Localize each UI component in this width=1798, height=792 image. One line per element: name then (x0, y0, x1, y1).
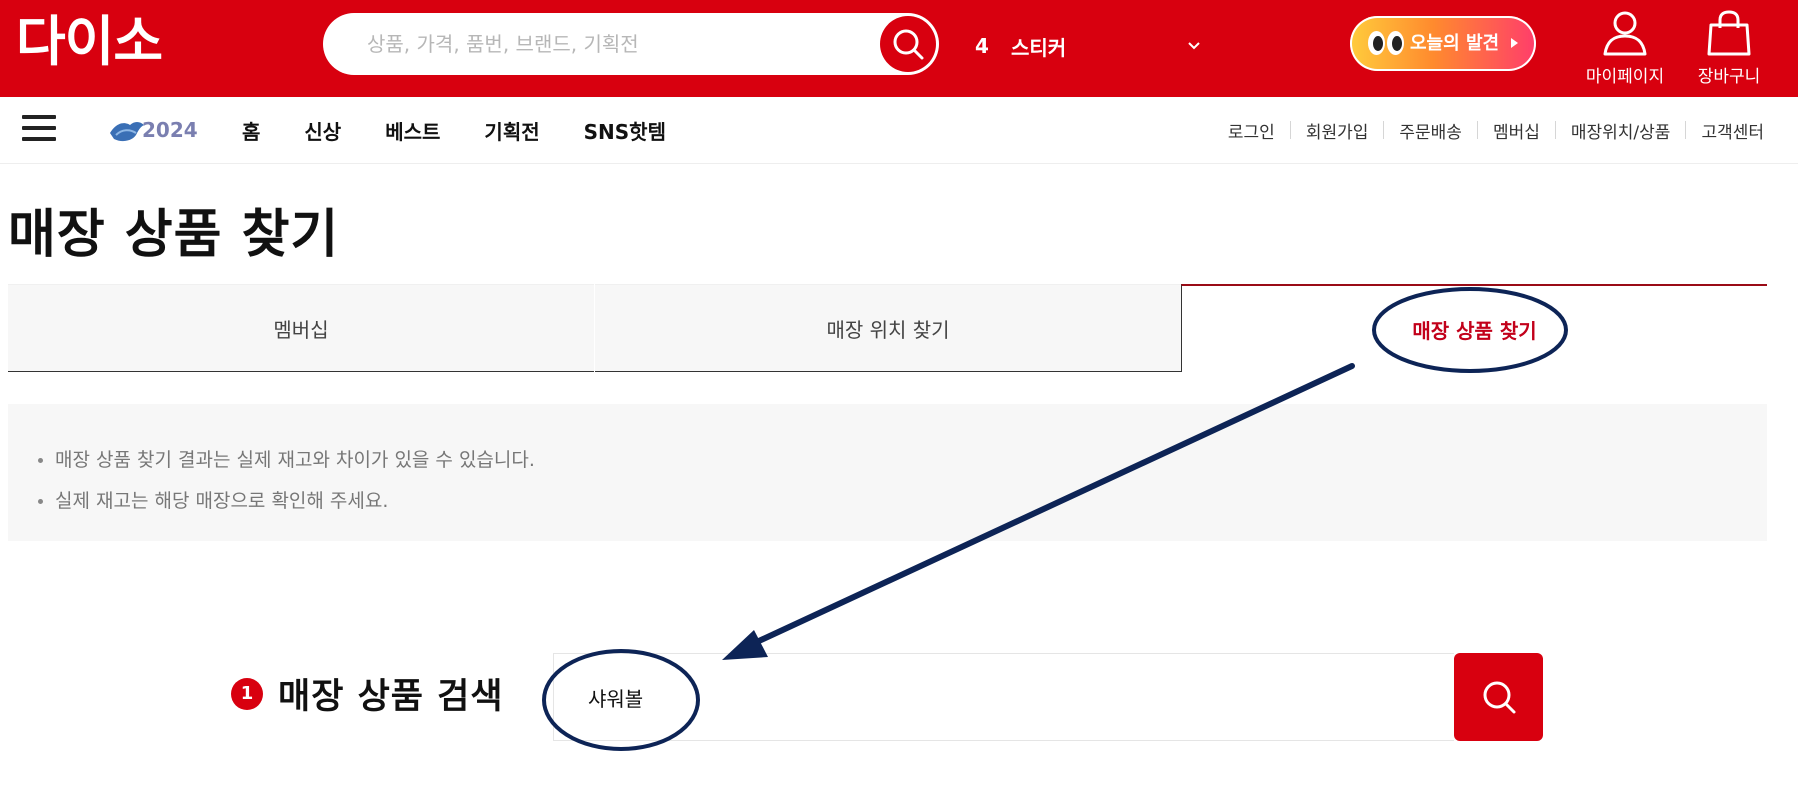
event-2024-badge[interactable]: 2024 (108, 115, 198, 145)
menu-icon[interactable] (22, 113, 56, 143)
store-product-search-heading: 1 매장 상품 검색 (231, 668, 504, 719)
notice-box: 매장 상품 찾기 결과는 실제 재고와 차이가 있을 수 있습니다. 실제 재고… (8, 404, 1767, 541)
notice-item: 매장 상품 찾기 결과는 실제 재고와 차이가 있을 수 있습니다. (38, 440, 535, 481)
top-header: 다이소 4 스티커 오늘의 발견 마이페이지 (0, 0, 1798, 97)
cart-label: 장바구니 (1697, 67, 1761, 87)
global-search-button[interactable] (880, 16, 936, 72)
tab-membership[interactable]: 멤버십 (8, 284, 594, 372)
page-tabs: 멤버십 매장 위치 찾기 매장 상품 찾기 (8, 284, 1767, 372)
badge-year: 2024 (142, 118, 198, 142)
nav-new[interactable]: 신상 (304, 116, 341, 145)
mypage-button[interactable]: 마이페이지 (1580, 10, 1670, 90)
primary-nav: 홈 신상 베스트 기획전 SNS핫템 (242, 97, 710, 163)
global-search-input[interactable] (367, 13, 837, 75)
store-product-search-field (553, 653, 1454, 741)
chevron-down-icon[interactable] (1183, 41, 1205, 51)
nav-store-location[interactable]: 매장위치/상품 (1556, 118, 1686, 143)
nav-home[interactable]: 홈 (242, 116, 260, 145)
global-search-bar (323, 13, 939, 75)
nav-exhibitions[interactable]: 기획전 (484, 116, 539, 145)
eyes-icon (1368, 31, 1406, 55)
shopping-bag-icon (1707, 10, 1751, 56)
nav-best[interactable]: 베스트 (385, 116, 440, 145)
todays-discovery-button[interactable]: 오늘의 발견 (1350, 16, 1536, 71)
user-icon (1603, 11, 1647, 56)
play-arrow-icon (1511, 38, 1518, 48)
utility-nav: 로그인 회원가입 주문배송 멤버십 매장위치/상품 고객센터 (1213, 97, 1764, 163)
mypage-label: 마이페이지 (1585, 67, 1665, 87)
store-product-search-input[interactable] (588, 654, 1408, 740)
search-icon (1483, 681, 1515, 714)
nav-orders[interactable]: 주문배송 (1384, 118, 1477, 143)
nav-membership[interactable]: 멤버십 (1478, 118, 1555, 143)
nav-signup[interactable]: 회원가입 (1291, 118, 1384, 143)
nav-login[interactable]: 로그인 (1213, 118, 1290, 143)
trending-keyword[interactable]: 4 스티커 (975, 26, 1205, 66)
tab-store-products[interactable]: 매장 상품 찾기 (1181, 284, 1767, 372)
store-product-search-button[interactable] (1454, 653, 1543, 741)
discovery-label: 오늘의 발견 (1410, 33, 1500, 54)
search-icon (893, 29, 924, 60)
trending-rank: 4 (975, 34, 989, 58)
logo-text: 다이소 (16, 10, 163, 73)
main-navigation: 2024 홈 신상 베스트 기획전 SNS핫템 로그인 회원가입 주문배송 멤버… (0, 97, 1798, 164)
tab-store-location[interactable]: 매장 위치 찾기 (595, 284, 1181, 372)
nav-sns-hot[interactable]: SNS핫템 (584, 116, 666, 145)
trending-word: 스티커 (1011, 35, 1067, 60)
daiso-logo[interactable]: 다이소 (16, 10, 163, 73)
step-number-badge: 1 (231, 677, 263, 710)
page-title: 매장 상품 찾기 (8, 205, 340, 265)
notice-item: 실제 재고는 해당 매장으로 확인해 주세요. (38, 481, 535, 522)
step-title: 매장 상품 검색 (278, 677, 504, 717)
nav-customer-center[interactable]: 고객센터 (1686, 118, 1764, 143)
cart-button[interactable]: 장바구니 (1684, 10, 1774, 90)
